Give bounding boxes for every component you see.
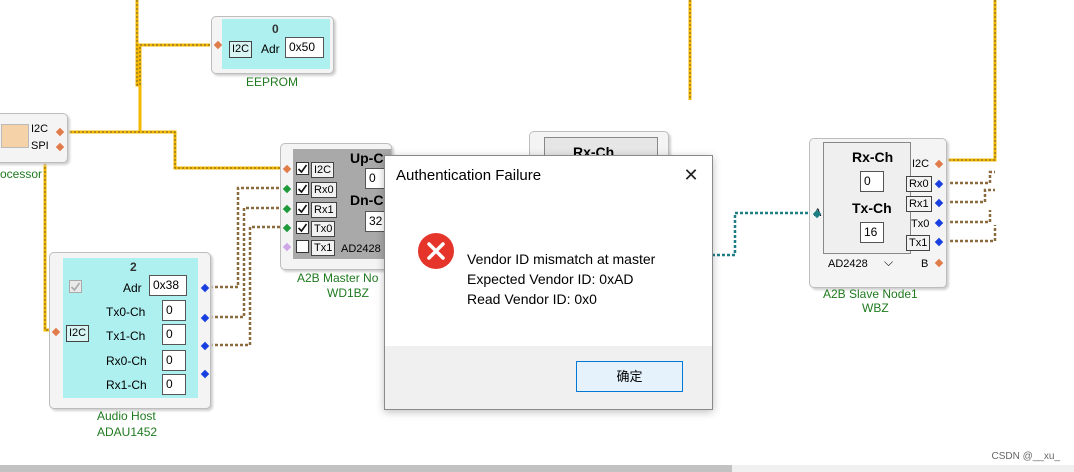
- master-i2c-checkbox[interactable]: [296, 162, 309, 175]
- audio-host-part-label: ADAU1452: [97, 425, 158, 439]
- master-tx1-checkbox[interactable]: [296, 240, 309, 253]
- audio-host-row-label: Tx1-Ch: [106, 329, 146, 343]
- i2c-wire-eeprom: [135, 0, 210, 87]
- eeprom-node[interactable]: 0 I2C Adr 0x50: [211, 16, 334, 74]
- master-tx1-port[interactable]: [282, 242, 292, 252]
- audio-host-label: Audio Host: [97, 409, 156, 423]
- audio-host-rx0-field[interactable]: 0: [162, 350, 186, 371]
- audio-host-tx1-port[interactable]: [200, 313, 210, 323]
- audio-host-row-label: Rx0-Ch: [106, 354, 147, 368]
- audio-host-checkbox[interactable]: [69, 280, 82, 293]
- eeprom-adr-label: Adr: [261, 42, 280, 56]
- slave-tx1-port[interactable]: [934, 237, 944, 247]
- audio-host-tx0-port[interactable]: [200, 283, 210, 293]
- audio-host-i2c-tag: I2C: [66, 325, 90, 342]
- processor-spi-port[interactable]: [55, 142, 65, 152]
- slave-rx-field[interactable]: 0: [860, 171, 884, 192]
- master-i2c-port[interactable]: [282, 164, 292, 174]
- audio-host-tx0-field[interactable]: 0: [162, 300, 186, 321]
- audio-host-tx1-field[interactable]: 0: [162, 324, 186, 345]
- slave-chip-select[interactable]: AD2428: [828, 258, 868, 270]
- slave-port-b[interactable]: [934, 258, 944, 268]
- audio-host-rx0-port[interactable]: [200, 341, 210, 351]
- master-rx1-checkbox[interactable]: [296, 202, 309, 215]
- watermark: CSDN @__xu_: [991, 451, 1060, 462]
- ok-button[interactable]: 确定: [576, 361, 683, 392]
- master-node[interactable]: I2C Rx0 Rx1 Tx0 Tx1 Up-C 0 Dn-C 32 AD242…: [280, 143, 392, 270]
- slave-port-b-label: B: [921, 258, 929, 270]
- audio-wire-rx1: [205, 206, 285, 319]
- processor-spi-label: SPI: [31, 140, 49, 152]
- i2c-wire-processor: [66, 85, 142, 134]
- slave-tx0-port[interactable]: [934, 218, 944, 228]
- audio-host-i2c-port[interactable]: [51, 327, 61, 337]
- master-tx0-port[interactable]: [282, 223, 292, 233]
- slave-rx0-port[interactable]: [934, 179, 944, 189]
- error-icon: [418, 233, 454, 269]
- slave-port-label: Rx1: [906, 196, 932, 212]
- master-port-label: Rx1: [311, 202, 337, 218]
- audio-wire-rx0: [205, 186, 285, 289]
- slave-port-label: Tx0: [911, 218, 930, 230]
- slave-port-label: Tx1: [906, 235, 931, 251]
- eeprom-label: EEPROM: [246, 75, 299, 89]
- scrollbar-thumb[interactable]: [0, 465, 732, 472]
- slave-port-label: I2C: [912, 158, 930, 170]
- slave-tx-label: Tx-Ch: [852, 200, 892, 216]
- eeprom-i2c-port[interactable]: [213, 40, 223, 50]
- master-part-label: WD1BZ: [327, 286, 369, 300]
- slave-label: A2B Slave Node1: [823, 287, 918, 301]
- eeprom-index: 0: [272, 22, 279, 36]
- processor-node[interactable]: I2C SPI: [0, 113, 68, 163]
- eeprom-i2c-tag: I2C: [229, 41, 253, 58]
- slave-rx-label: Rx-Ch: [852, 149, 894, 165]
- dialog-title: Authentication Failure: [396, 167, 542, 184]
- audio-host-row-label: Tx0-Ch: [106, 305, 146, 319]
- processor-i2c-label: I2C: [31, 123, 49, 135]
- slave-wire-rx0: [940, 170, 995, 185]
- i2c-wire-master: [66, 130, 285, 170]
- master-port-label: Rx0: [311, 182, 337, 198]
- master-port-label: I2C: [311, 162, 335, 178]
- close-icon[interactable]: ✕: [680, 164, 702, 186]
- master-tx0-checkbox[interactable]: [296, 221, 309, 234]
- chevron-down-icon[interactable]: ⌵: [884, 255, 893, 270]
- auth-failure-dialog: Authentication Failure ✕ Vendor ID misma…: [384, 155, 713, 410]
- eeprom-adr-field[interactable]: 0x50: [285, 37, 324, 58]
- audio-host-adr-field[interactable]: 0x38: [149, 275, 187, 296]
- dialog-message-line: Vendor ID mismatch at master: [467, 251, 656, 267]
- processor-dropdown[interactable]: [1, 124, 29, 148]
- i2c-wire-slave: [940, 0, 997, 162]
- dialog-body: Vendor ID mismatch at master Expected Ve…: [385, 194, 712, 346]
- dialog-message-line: Expected Vendor ID: 0xAD: [467, 271, 634, 287]
- processor-i2c-port[interactable]: [55, 127, 65, 137]
- audio-host-adr-label: Adr: [123, 281, 142, 295]
- audio-host-node[interactable]: 2 Adr 0x38 I2C Tx0-Ch 0 Tx1-Ch 0 Rx0-Ch …: [49, 252, 211, 409]
- slave-tx-field[interactable]: 16: [860, 222, 884, 243]
- slave-part-label: WBZ: [862, 301, 889, 315]
- dialog-titlebar[interactable]: Authentication Failure ✕: [385, 156, 712, 194]
- slave-port-label: Rx0: [906, 176, 932, 192]
- processor-label: ocessor: [0, 167, 43, 181]
- master-port-label: Tx0: [311, 221, 336, 237]
- audio-host-index: 2: [130, 260, 137, 274]
- slave-node[interactable]: Rx-Ch 0 Tx-Ch 16 AD2428 ⌵ A B I2C Rx0 Rx…: [809, 138, 947, 288]
- master-label: A2B Master No: [297, 271, 379, 285]
- slave-rx1-port[interactable]: [934, 198, 944, 208]
- master-rx0-port[interactable]: [282, 184, 292, 194]
- master-chip-select[interactable]: AD2428: [341, 243, 381, 255]
- a2b-link-wire: [712, 211, 813, 257]
- audio-host-row-label: Rx1-Ch: [106, 378, 147, 392]
- master-rx1-port[interactable]: [282, 204, 292, 214]
- slave-i2c-port[interactable]: [934, 159, 944, 169]
- audio-host-rx1-field[interactable]: 0: [162, 374, 186, 395]
- master-port-label: Tx1: [311, 240, 336, 256]
- audio-host-rx1-port[interactable]: [200, 369, 210, 379]
- dialog-message-line: Read Vendor ID: 0x0: [467, 291, 597, 307]
- master-dn-label: Dn-C: [350, 192, 384, 208]
- master-rx0-checkbox[interactable]: [296, 182, 309, 195]
- master-up-label: Up-C: [350, 150, 384, 166]
